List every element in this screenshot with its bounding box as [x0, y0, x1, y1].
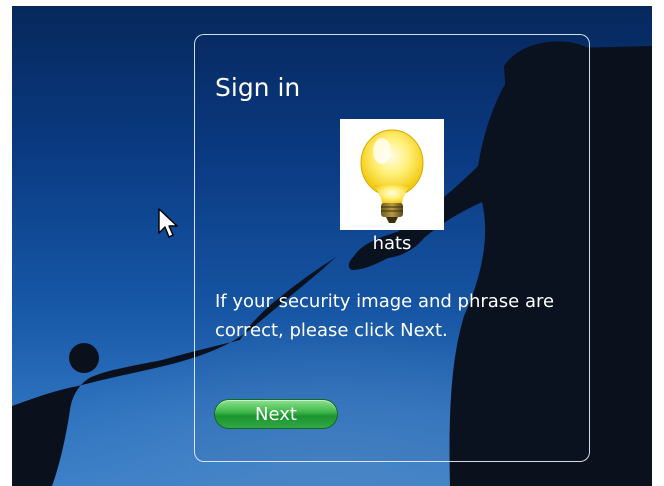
mouse-pointer-icon: [158, 208, 178, 238]
next-button[interactable]: Next: [214, 399, 338, 429]
instruction-text: If your security image and phrase are co…: [215, 291, 555, 341]
security-phrase: hats: [372, 233, 412, 254]
background-photo: Sign in hats If your security image and …: [12, 6, 652, 486]
page-title: Sign in: [215, 73, 301, 102]
sign-in-panel: Sign in hats If your security image and …: [194, 34, 590, 462]
lightbulb-icon: [340, 119, 444, 230]
